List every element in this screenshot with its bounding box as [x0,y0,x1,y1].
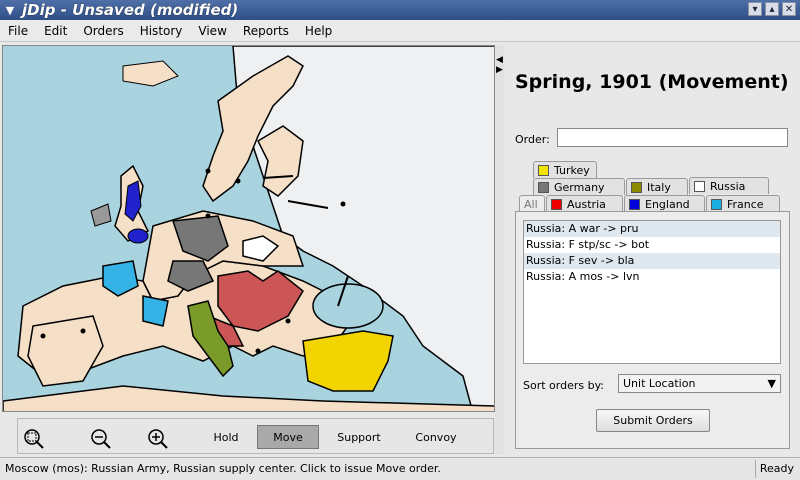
zoom-out-icon[interactable] [89,427,111,449]
sort-select-value: Unit Location [623,377,696,390]
menu-help[interactable]: Help [297,24,340,38]
zoom-fit-icon[interactable] [22,427,44,449]
order-item[interactable]: Russia: A mos -> lvn [524,269,780,285]
minimize-icon[interactable]: ▾ [748,2,762,16]
tab-austria[interactable]: Austria [546,195,623,212]
status-state: Ready [759,462,794,475]
submit-orders-button[interactable]: Submit Orders [596,409,710,432]
tab-italy[interactable]: Italy [626,178,688,195]
orders-list[interactable]: Russia: A war -> pru Russia: F stp/sc ->… [523,220,781,364]
window-controls: ▾ ▴ ✕ [748,2,796,16]
tab-turkey[interactable]: Turkey [533,161,597,178]
convoy-button[interactable]: Convoy [403,425,469,449]
map-svg[interactable] [3,46,495,412]
support-button[interactable]: Support [326,425,392,449]
sort-select[interactable]: Unit Location ▼ [618,374,781,393]
orders-panel: Spring, 1901 (Movement) Order: Turkey Ge… [505,45,800,455]
tab-label: Austria [567,197,606,211]
menu-orders[interactable]: Orders [75,24,131,38]
order-label: Order: [515,133,550,146]
menu-view[interactable]: View [190,24,234,38]
orders-tab-body: Russia: A war -> pru Russia: F stp/sc ->… [515,211,790,449]
tab-france[interactable]: France [706,195,780,212]
game-map[interactable] [2,45,495,412]
status-bar: Moscow (mos): Russian Army, Russian supp… [0,457,800,480]
map-toolbar: Hold Move Support Convoy [17,418,494,454]
sort-label: Sort orders by: [523,379,605,392]
order-item[interactable]: Russia: A war -> pru [524,221,780,237]
menu-history[interactable]: History [132,24,191,38]
tab-label: Turkey [554,163,590,177]
menu-bar: File Edit Orders History View Reports He… [0,20,800,42]
tab-germany[interactable]: Germany [533,178,625,195]
title-bar: ▼ jDip - Unsaved (modified) ▾ ▴ ✕ [0,0,800,20]
panel-splitter[interactable]: ◀ ▶ [495,45,504,455]
collapse-right-icon[interactable]: ▶ [496,65,503,75]
menu-edit[interactable]: Edit [36,24,75,38]
tab-russia[interactable]: Russia [689,177,769,194]
austria-swatch-icon [551,198,562,210]
turkey-swatch-icon [538,164,549,176]
england-swatch-icon [629,198,640,210]
move-button[interactable]: Move [257,425,319,449]
russia-swatch-icon [694,180,705,192]
status-message: Moscow (mos): Russian Army, Russian supp… [5,462,441,475]
menu-reports[interactable]: Reports [235,24,297,38]
order-item[interactable]: Russia: F sev -> bla [524,253,780,269]
order-input[interactable] [557,128,788,147]
maximize-icon[interactable]: ▴ [765,2,779,16]
hold-button[interactable]: Hold [201,425,251,449]
tab-label: Germany [554,180,605,194]
tab-all[interactable]: All [519,195,545,212]
collapse-left-icon[interactable]: ◀ [496,55,503,65]
window-menu-icon[interactable]: ▼ [2,2,18,18]
tab-label: France [727,197,764,211]
menu-file[interactable]: File [0,24,36,38]
tab-label: Italy [647,180,671,194]
phase-title: Spring, 1901 (Movement) [515,71,789,93]
chevron-down-icon: ▼ [767,377,776,390]
tab-label: Russia [710,179,746,193]
germany-swatch-icon [538,181,549,193]
france-swatch-icon [711,198,722,210]
tab-label: England [645,197,690,211]
window-title: jDip - Unsaved (modified) [22,1,239,19]
italy-swatch-icon [631,181,642,193]
zoom-in-icon[interactable] [146,427,168,449]
order-item[interactable]: Russia: F stp/sc -> bot [524,237,780,253]
close-icon[interactable]: ✕ [782,2,796,16]
status-divider [755,460,756,478]
tab-england[interactable]: England [624,195,705,212]
